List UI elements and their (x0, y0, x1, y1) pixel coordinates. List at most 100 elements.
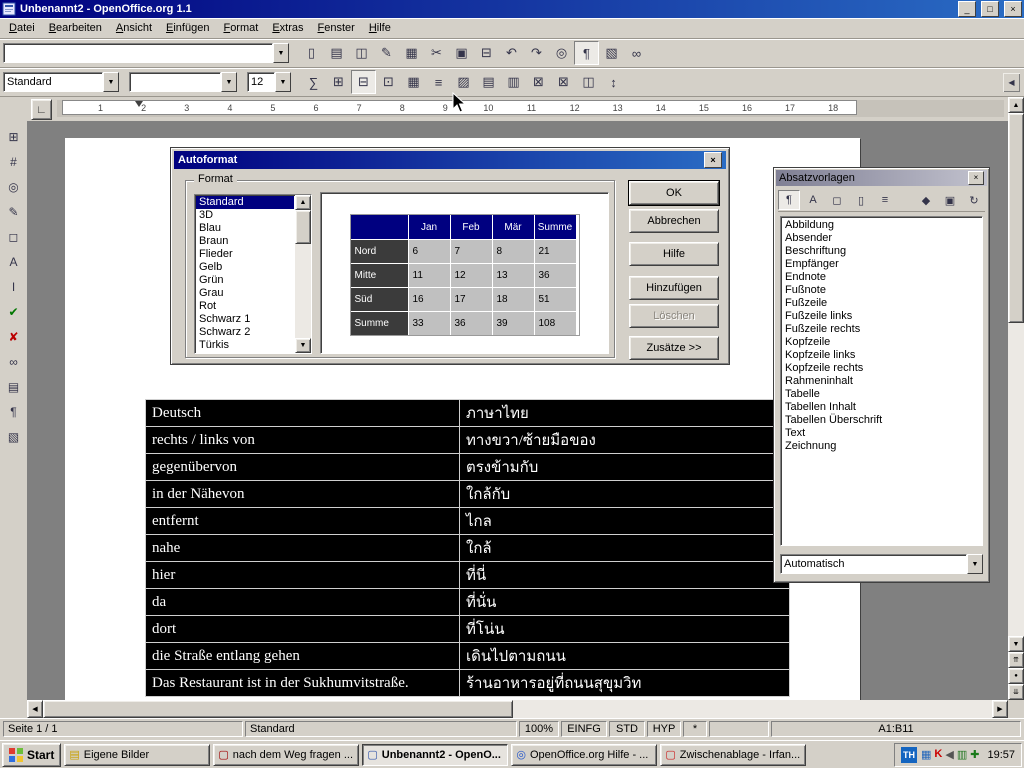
draw-functions-icon[interactable]: ✎ (2, 200, 26, 223)
table-row[interactable]: da ที่นั่น (146, 589, 789, 616)
more-options-button[interactable]: Zusätze >> (629, 336, 719, 360)
insert-graphics-icon[interactable]: ▧ (2, 425, 26, 448)
stylist-titlebar[interactable]: Absatzvorlagen × (776, 170, 987, 186)
menu-item[interactable]: Fenster (311, 20, 362, 36)
style-list-item[interactable]: Fußzeile rechts (783, 323, 980, 336)
table-cell-german[interactable]: in der Nähevon (146, 481, 460, 507)
table-row[interactable]: Deutsch ภาษาไทย (146, 400, 789, 427)
table-cell-thai[interactable]: ที่นั่น (460, 589, 789, 615)
scrollbar-track[interactable] (295, 244, 311, 338)
style-dropdown-icon[interactable]: ▼ (103, 72, 119, 92)
style-list-item[interactable]: Abbildung (783, 219, 980, 232)
font-dropdown-icon[interactable]: ▼ (221, 72, 237, 92)
hyperlink-icon[interactable]: ∞ (624, 41, 649, 65)
table-cell-thai[interactable]: ร้านอาหารอยู่ที่ถนนสุขุมวิท (460, 670, 789, 696)
sum-icon[interactable]: ∑ (301, 70, 326, 94)
table-cell-german[interactable]: hier (146, 562, 460, 588)
style-list-item[interactable]: Kopfzeile links (783, 349, 980, 362)
line-style-icon[interactable]: ≡ (426, 70, 451, 94)
format-list-item[interactable]: Schwarz 1 (196, 313, 294, 326)
table-cell-thai[interactable]: ใกล้กับ (460, 481, 789, 507)
page-styles-icon[interactable]: ▯ (850, 190, 872, 210)
edit-file-icon[interactable]: ✎ (374, 41, 399, 65)
ok-button[interactable]: OK (629, 181, 719, 205)
help-button[interactable]: Hilfe (629, 242, 719, 266)
add-button[interactable]: Hinzufügen (629, 276, 719, 300)
indent-marker[interactable] (135, 101, 143, 107)
table-cell-german[interactable]: dort (146, 616, 460, 642)
table-properties-icon[interactable]: ◫ (576, 70, 601, 94)
scroll-left-icon[interactable]: ◀ (27, 700, 43, 718)
start-button[interactable]: Start (2, 743, 61, 767)
copy-icon[interactable]: ▣ (449, 41, 474, 65)
menu-item[interactable]: Extras (265, 20, 310, 36)
status-zoom[interactable]: 100% (519, 721, 559, 737)
numbering-styles-icon[interactable]: ≡ (874, 190, 896, 210)
tray-update-icon[interactable]: ✚ (970, 748, 979, 761)
scroll-up-icon[interactable]: ▲ (295, 195, 311, 210)
delete-row-icon[interactable]: ⊠ (526, 70, 551, 94)
status-page[interactable]: Seite 1 / 1 (3, 721, 243, 737)
menu-item[interactable]: Bearbeiten (42, 20, 109, 36)
style-list-item[interactable]: Beschriftung (783, 245, 980, 258)
vertical-scrollbar[interactable]: ▲ ▼ ⇈ ● ⇊ (1008, 97, 1024, 700)
format-list-item[interactable]: Blau (196, 222, 294, 235)
table-row[interactable]: Das Restaurant ist in der Sukhumvitstraß… (146, 670, 789, 697)
insert-fields-icon[interactable]: # (2, 150, 26, 173)
table-cell-german[interactable]: Das Restaurant ist in der Sukhumvitstraß… (146, 670, 460, 696)
auto-spellcheck-icon[interactable]: ✘ (2, 325, 26, 348)
tab-type-selector-icon[interactable]: ∟ (31, 99, 52, 120)
url-dropdown-icon[interactable]: ▼ (273, 43, 289, 63)
insert-icon[interactable]: ⊞ (2, 125, 26, 148)
task-unbenannt2[interactable]: ▢ Unbenannt2 - OpenO... (362, 744, 508, 766)
menu-item[interactable]: Ansicht (109, 20, 159, 36)
table-row[interactable]: gegenübervon ตรงข้ามกับ (146, 454, 789, 481)
scrollbar-thumb[interactable] (295, 210, 311, 244)
task-weg-fragen[interactable]: ▢ nach dem Weg fragen ... (213, 744, 359, 766)
find-replace-icon[interactable]: ∞ (2, 350, 26, 373)
scroll-down-icon[interactable]: ▼ (1008, 636, 1024, 652)
format-list-item[interactable]: Rot (196, 300, 294, 313)
table-cell-thai[interactable]: เดินไปตามถนน (460, 643, 789, 669)
undo-icon[interactable]: ↶ (499, 41, 524, 65)
format-list-item[interactable]: Schwarz 2 (196, 326, 294, 339)
format-list-item[interactable]: Grau (196, 287, 294, 300)
table-row[interactable]: entfernt ไกล (146, 508, 789, 535)
format-list-item[interactable]: Grün (196, 274, 294, 287)
table-row[interactable]: dort ที่โน่น (146, 616, 789, 643)
table-row[interactable]: nahe ใกล้ (146, 535, 789, 562)
fill-format-mode-icon[interactable]: ◆ (915, 190, 937, 210)
paste-icon[interactable]: ⊟ (474, 41, 499, 65)
next-page-icon[interactable]: ⇊ (1008, 684, 1024, 700)
direct-cursor-icon[interactable]: I (2, 275, 26, 298)
table-cell-german[interactable]: Deutsch (146, 400, 460, 426)
form-functions-icon[interactable]: ◻ (2, 225, 26, 248)
optimize-icon[interactable]: ⊡ (376, 70, 401, 94)
scroll-down-icon[interactable]: ▼ (295, 338, 311, 353)
paragraph-styles-icon[interactable]: ¶ (778, 190, 800, 210)
merge-cells-icon[interactable]: ⊞ (326, 70, 351, 94)
spellcheck-icon[interactable]: ✔ (2, 300, 26, 323)
table-cell-thai[interactable]: ที่โน่น (460, 616, 789, 642)
language-indicator[interactable]: TH (901, 747, 917, 763)
style-list-item[interactable]: Fußnote (783, 284, 980, 297)
format-list-item[interactable]: 3D (196, 209, 294, 222)
format-list-item[interactable]: Standard (196, 196, 294, 209)
print-file-icon[interactable]: ▦ (399, 41, 424, 65)
status-insert-mode[interactable]: EINFG (561, 721, 607, 737)
previous-page-icon[interactable]: ⇈ (1008, 652, 1024, 668)
format-list-item[interactable]: Türkis (196, 339, 294, 352)
size-dropdown-icon[interactable]: ▼ (275, 72, 291, 92)
table-cell-german[interactable]: nahe (146, 535, 460, 561)
stylist-close-icon[interactable]: × (968, 171, 984, 185)
cut-icon[interactable]: ✂ (424, 41, 449, 65)
style-list-item[interactable]: Kopfzeile rechts (783, 362, 980, 375)
font-name-field[interactable] (129, 72, 221, 92)
navigation-icon[interactable]: ● (1008, 668, 1024, 684)
dialog-titlebar[interactable]: Autoformat × (174, 151, 726, 169)
style-list-item[interactable]: Fußzeile (783, 297, 980, 310)
task-eigene-bilder[interactable]: ▤ Eigene Bilder (64, 744, 210, 766)
status-hyperlink-mode[interactable]: HYP (647, 721, 681, 737)
format-list-item[interactable]: Braun (196, 235, 294, 248)
toolbar-options-icon[interactable]: ◀ (1002, 72, 1021, 93)
